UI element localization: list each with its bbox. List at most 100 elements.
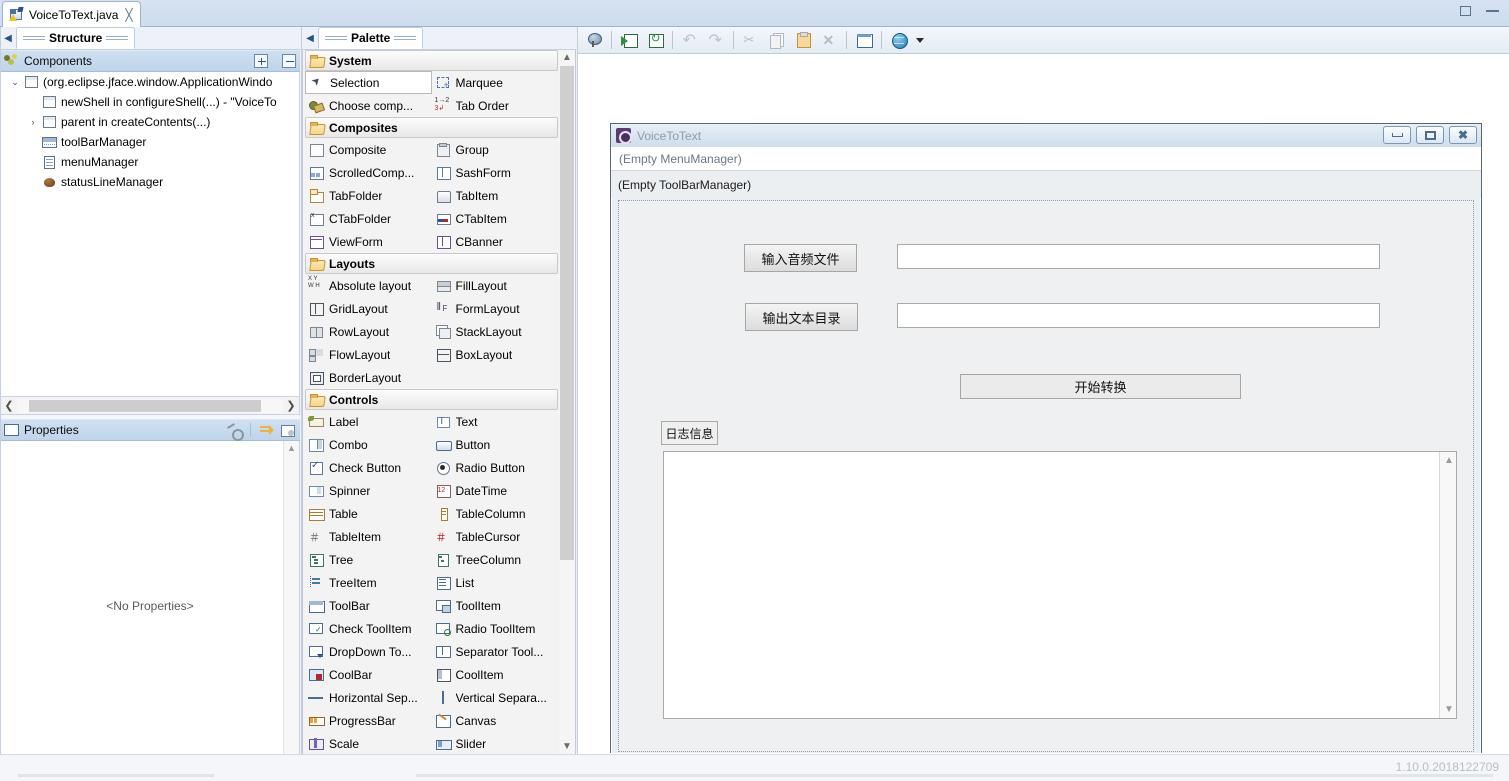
palette-item-treeitem[interactable]: TreeItem (305, 571, 432, 594)
palette-item-list[interactable]: List (432, 571, 559, 594)
twisty-icon[interactable]: ⌄ (7, 77, 23, 88)
palette-item-table[interactable]: Table (305, 502, 432, 525)
palette-category-layouts[interactable]: Layouts (305, 253, 558, 274)
palette-item-rowlayout[interactable]: RowLayout (305, 320, 432, 343)
palette-item-tab-order[interactable]: Tab Order (432, 94, 559, 117)
properties-body[interactable]: <No Properties> ▲ ▼ (0, 441, 300, 781)
close-button[interactable]: ✖ (1449, 126, 1477, 144)
scroll-down-icon[interactable]: ▼ (562, 741, 572, 752)
palette-item-scrolledcomp[interactable]: ScrolledComp... (305, 161, 432, 184)
palette-item-choose-comp[interactable]: Choose comp... (305, 94, 432, 117)
preview-menu-manager[interactable]: (Empty MenuManager) (611, 147, 1481, 171)
palette-item-canvas[interactable]: Canvas (432, 709, 559, 732)
copy-button[interactable] (765, 29, 789, 51)
minimize-icon[interactable] (1486, 9, 1499, 12)
scroll-thumb[interactable] (560, 66, 574, 560)
palette-item-vertical-separa[interactable]: Vertical Separa... (432, 686, 559, 709)
redo-button[interactable] (704, 29, 728, 51)
scroll-thumb[interactable] (29, 399, 261, 412)
show-events-icon[interactable] (280, 423, 296, 438)
properties-vertical-scrollbar[interactable]: ▲ ▼ (283, 441, 299, 781)
paste-button[interactable] (791, 29, 815, 51)
palette-item-tree[interactable]: Tree (305, 548, 432, 571)
palette-item-tabfolder[interactable]: TabFolder (305, 184, 432, 207)
palette-item-tablecursor[interactable]: TableCursor (432, 525, 559, 548)
scroll-up-icon[interactable]: ▲ (1444, 455, 1454, 466)
palette-item-group[interactable]: Group (432, 138, 559, 161)
palette-item-selection[interactable]: Selection (305, 71, 432, 94)
palette-category-system[interactable]: System (305, 50, 558, 71)
palette-item-coolitem[interactable]: CoolItem (432, 663, 559, 686)
palette-item-treecolumn[interactable]: TreeColumn (432, 548, 559, 571)
palette-item-check-button[interactable]: Check Button (305, 456, 432, 479)
input-audio-file-field[interactable] (897, 244, 1380, 269)
palette-item-slider[interactable]: Slider (432, 732, 559, 754)
palette-item-toolbar[interactable]: ToolBar (305, 594, 432, 617)
palette-item-formlayout[interactable]: FormLayout (432, 297, 559, 320)
twisty-icon[interactable]: › (25, 117, 41, 127)
close-icon[interactable]: ╳ (125, 9, 132, 21)
palette-item-scale[interactable]: Scale (305, 732, 432, 754)
palette-item-tabitem[interactable]: TabItem (432, 184, 559, 207)
input-audio-file-button[interactable]: 输入音频文件 (744, 244, 857, 272)
palette-item-filllayout[interactable]: FillLayout (432, 274, 559, 297)
palette-item-boxlayout[interactable]: BoxLayout (432, 343, 559, 366)
open-source-button[interactable] (617, 29, 641, 51)
palette-vertical-scrollbar[interactable]: ▲ ▼ (559, 50, 575, 754)
scroll-left-icon[interactable]: ❮ (1, 399, 17, 412)
palette-item-combo[interactable]: Combo (305, 433, 432, 456)
collapse-all-button[interactable] (282, 54, 296, 68)
log-text-area[interactable]: ▲ ▼ (663, 451, 1457, 719)
palette-category-composites[interactable]: Composites (305, 117, 558, 138)
palette-item-borderlayout[interactable]: BorderLayout (305, 366, 432, 389)
tree-horizontal-scrollbar[interactable]: ❮ ❯ (0, 397, 300, 415)
palette-item-text[interactable]: Text (432, 410, 559, 433)
properties-button[interactable] (852, 29, 876, 51)
palette-item-ctabitem[interactable]: CTabItem (432, 207, 559, 230)
palette-item-marquee[interactable]: Marquee (432, 71, 559, 94)
chevron-left-icon[interactable]: ◀ (302, 33, 318, 44)
palette-category-controls[interactable]: Controls (305, 389, 558, 410)
tree-item[interactable]: newShell in configureShell(...) - "Voice… (1, 92, 299, 112)
preview-client-area[interactable]: 输入音频文件 输出文本目录 开始转换 日志信息 ▲ ▼ (618, 200, 1474, 752)
palette-item-horizontal-sep[interactable]: Horizontal Sep... (305, 686, 432, 709)
palette-item-flowlayout[interactable]: FlowLayout (305, 343, 432, 366)
palette-item-gridlayout[interactable]: GridLayout (305, 297, 432, 320)
scroll-down-icon[interactable]: ▼ (1444, 704, 1454, 715)
palette-item-viewform[interactable]: ViewForm (305, 230, 432, 253)
chevron-down-icon[interactable] (913, 29, 927, 51)
tree-item[interactable]: statusLineManager (1, 172, 299, 192)
palette-item-check-toolitem[interactable]: Check ToolItem (305, 617, 432, 640)
refresh-button[interactable] (643, 29, 667, 51)
palette-item-stacklayout[interactable]: StackLayout (432, 320, 559, 343)
palette-item-coolbar[interactable]: CoolBar (305, 663, 432, 686)
palette-item-ctabfolder[interactable]: CTabFolder (305, 207, 432, 230)
palette-item-progressbar[interactable]: ProgressBar (305, 709, 432, 732)
start-convert-button[interactable]: 开始转换 (960, 374, 1241, 399)
tab-palette[interactable]: Palette (318, 27, 424, 49)
scroll-up-icon[interactable]: ▲ (287, 443, 296, 453)
tree-item[interactable]: menuManager (1, 152, 299, 172)
tree-item[interactable]: ⌄ (org.eclipse.jface.window.ApplicationWi… (1, 72, 299, 92)
palette-item-label[interactable]: Label (305, 410, 432, 433)
restore-default-icon[interactable] (226, 423, 244, 441)
expand-all-button[interactable] (254, 54, 268, 68)
output-dir-button[interactable]: 输出文本目录 (745, 303, 858, 331)
nls-button[interactable] (887, 29, 911, 51)
palette-item-sashform[interactable]: SashForm (432, 161, 559, 184)
palette-item-tablecolumn[interactable]: TableColumn (432, 502, 559, 525)
cut-button[interactable] (739, 29, 763, 51)
maximize-button[interactable] (1416, 126, 1444, 144)
tree-item[interactable]: toolBarManager (1, 132, 299, 152)
scroll-track[interactable] (17, 398, 283, 413)
component-tree[interactable]: ⌄ (org.eclipse.jface.window.ApplicationWi… (0, 72, 300, 397)
palette-item-tableitem[interactable]: TableItem (305, 525, 432, 548)
palette-item-absolute-layout[interactable]: Absolute layout (305, 274, 432, 297)
palette-item-spinner[interactable]: Spinner (305, 479, 432, 502)
palette-item-radio-toolitem[interactable]: Radio ToolItem (432, 617, 559, 640)
undo-button[interactable] (678, 29, 702, 51)
restore-icon[interactable] (1460, 6, 1471, 16)
output-dir-field[interactable] (897, 303, 1380, 328)
scroll-right-icon[interactable]: ❯ (283, 399, 299, 412)
delete-button[interactable] (817, 29, 841, 51)
